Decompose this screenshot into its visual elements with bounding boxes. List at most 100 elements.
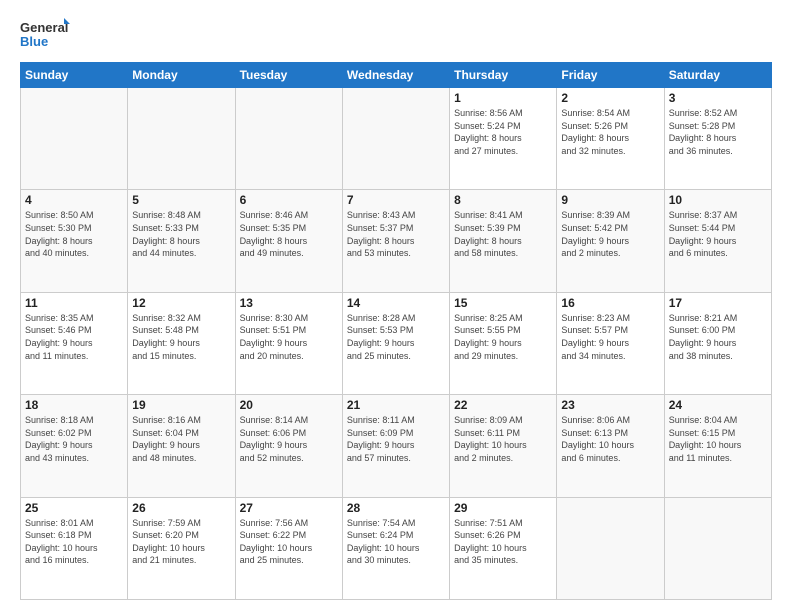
day-info: Sunrise: 8:46 AM Sunset: 5:35 PM Dayligh… <box>240 209 338 259</box>
day-cell: 3 Sunrise: 8:52 AM Sunset: 5:28 PM Daylig… <box>664 88 771 190</box>
day-cell <box>557 497 664 599</box>
day-info: Sunrise: 7:56 AM Sunset: 6:22 PM Dayligh… <box>240 517 338 567</box>
day-number: 25 <box>25 501 123 515</box>
day-cell: 27 Sunrise: 7:56 AM Sunset: 6:22 PM Dayli… <box>235 497 342 599</box>
day-info: Sunrise: 8:35 AM Sunset: 5:46 PM Dayligh… <box>25 312 123 362</box>
day-number: 4 <box>25 193 123 207</box>
day-info: Sunrise: 8:37 AM Sunset: 5:44 PM Dayligh… <box>669 209 767 259</box>
day-number: 16 <box>561 296 659 310</box>
day-info: Sunrise: 8:28 AM Sunset: 5:53 PM Dayligh… <box>347 312 445 362</box>
day-info: Sunrise: 8:41 AM Sunset: 5:39 PM Dayligh… <box>454 209 552 259</box>
day-cell: 28 Sunrise: 7:54 AM Sunset: 6:24 PM Dayli… <box>342 497 449 599</box>
col-header-friday: Friday <box>557 63 664 88</box>
day-number: 12 <box>132 296 230 310</box>
day-info: Sunrise: 8:11 AM Sunset: 6:09 PM Dayligh… <box>347 414 445 464</box>
day-number: 1 <box>454 91 552 105</box>
day-number: 26 <box>132 501 230 515</box>
day-cell: 6Sunrise: 8:46 AM Sunset: 5:35 PM Daylig… <box>235 190 342 292</box>
day-info: Sunrise: 8:14 AM Sunset: 6:06 PM Dayligh… <box>240 414 338 464</box>
day-cell: 15 Sunrise: 8:25 AM Sunset: 5:55 PM Dayli… <box>450 292 557 394</box>
day-number: 13 <box>240 296 338 310</box>
day-info: Sunrise: 7:54 AM Sunset: 6:24 PM Dayligh… <box>347 517 445 567</box>
day-number: 9 <box>561 193 659 207</box>
day-cell <box>128 88 235 190</box>
day-cell: 11 Sunrise: 8:35 AM Sunset: 5:46 PM Dayli… <box>21 292 128 394</box>
day-info: Sunrise: 8:09 AM Sunset: 6:11 PM Dayligh… <box>454 414 552 464</box>
day-cell: 13 Sunrise: 8:30 AM Sunset: 5:51 PM Dayli… <box>235 292 342 394</box>
day-cell: 2Sunrise: 8:54 AM Sunset: 5:26 PM Daylig… <box>557 88 664 190</box>
day-cell: 8 Sunrise: 8:41 AM Sunset: 5:39 PM Daylig… <box>450 190 557 292</box>
col-header-tuesday: Tuesday <box>235 63 342 88</box>
day-info: Sunrise: 8:50 AM Sunset: 5:30 PM Dayligh… <box>25 209 123 259</box>
day-number: 5 <box>132 193 230 207</box>
day-cell: 22Sunrise: 8:09 AM Sunset: 6:11 PM Dayli… <box>450 395 557 497</box>
day-info: Sunrise: 8:23 AM Sunset: 5:57 PM Dayligh… <box>561 312 659 362</box>
day-cell: 18 Sunrise: 8:18 AM Sunset: 6:02 PM Dayli… <box>21 395 128 497</box>
logo-svg: General Blue <box>20 16 70 52</box>
day-number: 14 <box>347 296 445 310</box>
day-cell: 25 Sunrise: 8:01 AM Sunset: 6:18 PM Dayli… <box>21 497 128 599</box>
col-header-saturday: Saturday <box>664 63 771 88</box>
day-number: 15 <box>454 296 552 310</box>
day-number: 7 <box>347 193 445 207</box>
day-number: 27 <box>240 501 338 515</box>
day-info: Sunrise: 7:51 AM Sunset: 6:26 PM Dayligh… <box>454 517 552 567</box>
day-info: Sunrise: 8:48 AM Sunset: 5:33 PM Dayligh… <box>132 209 230 259</box>
day-info: Sunrise: 8:30 AM Sunset: 5:51 PM Dayligh… <box>240 312 338 362</box>
day-cell: 5 Sunrise: 8:48 AM Sunset: 5:33 PM Daylig… <box>128 190 235 292</box>
col-header-wednesday: Wednesday <box>342 63 449 88</box>
day-info: Sunrise: 8:06 AM Sunset: 6:13 PM Dayligh… <box>561 414 659 464</box>
day-info: Sunrise: 8:25 AM Sunset: 5:55 PM Dayligh… <box>454 312 552 362</box>
day-cell: 12 Sunrise: 8:32 AM Sunset: 5:48 PM Dayli… <box>128 292 235 394</box>
day-info: Sunrise: 8:18 AM Sunset: 6:02 PM Dayligh… <box>25 414 123 464</box>
day-info: Sunrise: 8:01 AM Sunset: 6:18 PM Dayligh… <box>25 517 123 567</box>
col-header-sunday: Sunday <box>21 63 128 88</box>
week-row-2: 4 Sunrise: 8:50 AM Sunset: 5:30 PM Daylig… <box>21 190 772 292</box>
day-cell: 9Sunrise: 8:39 AM Sunset: 5:42 PM Daylig… <box>557 190 664 292</box>
logo: General Blue <box>20 16 70 52</box>
week-row-4: 18 Sunrise: 8:18 AM Sunset: 6:02 PM Dayli… <box>21 395 772 497</box>
day-cell <box>342 88 449 190</box>
day-cell: 29 Sunrise: 7:51 AM Sunset: 6:26 PM Dayli… <box>450 497 557 599</box>
day-cell: 26 Sunrise: 7:59 AM Sunset: 6:20 PM Dayli… <box>128 497 235 599</box>
day-number: 28 <box>347 501 445 515</box>
day-number: 20 <box>240 398 338 412</box>
day-cell: 17 Sunrise: 8:21 AM Sunset: 6:00 PM Dayli… <box>664 292 771 394</box>
day-info: Sunrise: 8:32 AM Sunset: 5:48 PM Dayligh… <box>132 312 230 362</box>
day-cell: 20 Sunrise: 8:14 AM Sunset: 6:06 PM Dayli… <box>235 395 342 497</box>
page-header: General Blue <box>20 16 772 52</box>
day-cell: 24Sunrise: 8:04 AM Sunset: 6:15 PM Dayli… <box>664 395 771 497</box>
calendar-header-row: SundayMondayTuesdayWednesdayThursdayFrid… <box>21 63 772 88</box>
day-cell: 14 Sunrise: 8:28 AM Sunset: 5:53 PM Dayli… <box>342 292 449 394</box>
day-cell <box>664 497 771 599</box>
day-number: 18 <box>25 398 123 412</box>
day-number: 8 <box>454 193 552 207</box>
day-number: 2 <box>561 91 659 105</box>
day-cell: 10 Sunrise: 8:37 AM Sunset: 5:44 PM Dayli… <box>664 190 771 292</box>
day-info: Sunrise: 8:16 AM Sunset: 6:04 PM Dayligh… <box>132 414 230 464</box>
svg-text:General: General <box>20 20 68 35</box>
day-cell: 19Sunrise: 8:16 AM Sunset: 6:04 PM Dayli… <box>128 395 235 497</box>
day-info: Sunrise: 8:43 AM Sunset: 5:37 PM Dayligh… <box>347 209 445 259</box>
day-number: 29 <box>454 501 552 515</box>
day-number: 3 <box>669 91 767 105</box>
day-info: Sunrise: 8:56 AM Sunset: 5:24 PM Dayligh… <box>454 107 552 157</box>
day-number: 24 <box>669 398 767 412</box>
day-number: 21 <box>347 398 445 412</box>
day-cell: 4 Sunrise: 8:50 AM Sunset: 5:30 PM Daylig… <box>21 190 128 292</box>
day-number: 11 <box>25 296 123 310</box>
week-row-1: 1 Sunrise: 8:56 AM Sunset: 5:24 PM Daylig… <box>21 88 772 190</box>
day-info: Sunrise: 7:59 AM Sunset: 6:20 PM Dayligh… <box>132 517 230 567</box>
day-number: 17 <box>669 296 767 310</box>
day-cell: 7 Sunrise: 8:43 AM Sunset: 5:37 PM Daylig… <box>342 190 449 292</box>
day-info: Sunrise: 8:52 AM Sunset: 5:28 PM Dayligh… <box>669 107 767 157</box>
svg-text:Blue: Blue <box>20 34 48 49</box>
day-number: 23 <box>561 398 659 412</box>
col-header-thursday: Thursday <box>450 63 557 88</box>
day-cell <box>235 88 342 190</box>
day-cell: 16 Sunrise: 8:23 AM Sunset: 5:57 PM Dayli… <box>557 292 664 394</box>
day-cell <box>21 88 128 190</box>
col-header-monday: Monday <box>128 63 235 88</box>
day-number: 10 <box>669 193 767 207</box>
day-info: Sunrise: 8:21 AM Sunset: 6:00 PM Dayligh… <box>669 312 767 362</box>
